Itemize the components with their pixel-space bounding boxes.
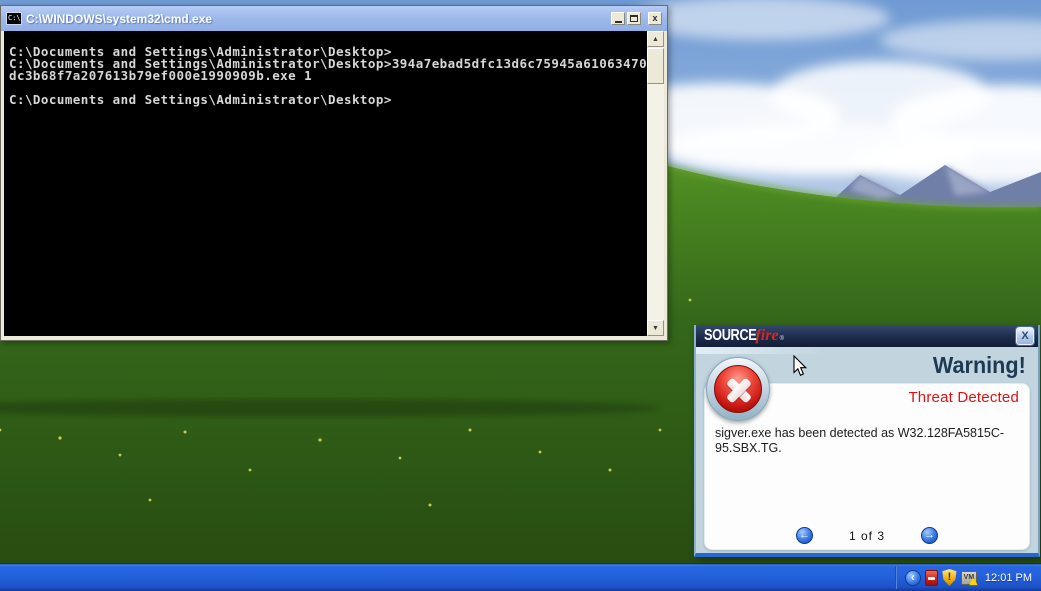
error-x-icon (706, 357, 770, 421)
warning-heading: Warning! (933, 352, 1026, 379)
minimize-icon (615, 21, 622, 23)
maximize-button[interactable] (627, 12, 641, 25)
registered-mark: ® (780, 336, 784, 342)
console-line: C:\Documents and Settings\Administrator\… (9, 94, 649, 106)
next-threat-button[interactable]: → (921, 527, 938, 544)
console-scrollbar[interactable]: ▲ ▼ (647, 31, 664, 336)
dialog-close-button[interactable]: X (1016, 327, 1034, 345)
scrollbar-thumb[interactable] (647, 48, 664, 84)
cmd-window[interactable]: C:\ C:\WINDOWS\system32\cmd.exe x C:\Doc… (0, 5, 668, 341)
tray-divider (895, 566, 897, 589)
system-tray: ‹ ! VM 12:01 PM (897, 564, 1041, 591)
cmd-window-title: C:\WINDOWS\system32\cmd.exe (26, 12, 607, 26)
logo-source-text: SOURCE (704, 327, 756, 345)
titlebar-reflection (696, 347, 826, 354)
close-button[interactable]: x (648, 12, 662, 25)
console-line: dc3b68f7a207613b79ef000e1990909b.exe 1 (9, 70, 649, 82)
threat-warning-dialog[interactable]: SOURCE fire ® X Warning! Threat Detected… (694, 325, 1040, 557)
scroll-down-button[interactable]: ▼ (647, 320, 664, 336)
threat-message: sigver.exe has been detected as W32.128F… (715, 426, 1009, 456)
minimize-button[interactable] (611, 12, 625, 25)
dialog-titlebar[interactable]: SOURCE fire ® X (696, 325, 1038, 347)
dialog-body: Warning! Threat Detected sigver.exe has … (696, 347, 1038, 553)
window-controls: x (611, 12, 662, 25)
vm-tools-warning-icon[interactable]: VM (961, 571, 977, 585)
scroll-up-button[interactable]: ▲ (647, 31, 664, 47)
pagination-label: 1 of 3 (849, 529, 885, 543)
cmd-icon: C:\ (6, 12, 22, 25)
logo-fire-text: fire (755, 327, 778, 345)
prev-threat-button[interactable]: ← (796, 527, 813, 544)
mouse-cursor (793, 355, 807, 377)
maximize-icon (630, 15, 638, 22)
blocked-status-icon[interactable] (925, 570, 938, 586)
show-hidden-icons-button[interactable]: ‹ (905, 570, 921, 586)
taskbar-clock[interactable]: 12:01 PM (985, 572, 1032, 584)
threat-detected-label: Threat Detected (908, 389, 1019, 406)
sourcefire-logo: SOURCE fire ® (704, 327, 784, 345)
pagination-nav: ← 1 of 3 → (705, 527, 1029, 544)
error-sphere (714, 365, 762, 413)
cmd-titlebar[interactable]: C:\ C:\WINDOWS\system32\cmd.exe x (1, 6, 667, 31)
shield-exclamation: ! (942, 571, 957, 583)
console-output[interactable]: C:\Documents and Settings\Administrator\… (4, 31, 649, 336)
security-alert-shield-icon[interactable]: ! (942, 569, 957, 586)
taskbar[interactable]: ‹ ! VM 12:01 PM (0, 563, 1041, 591)
